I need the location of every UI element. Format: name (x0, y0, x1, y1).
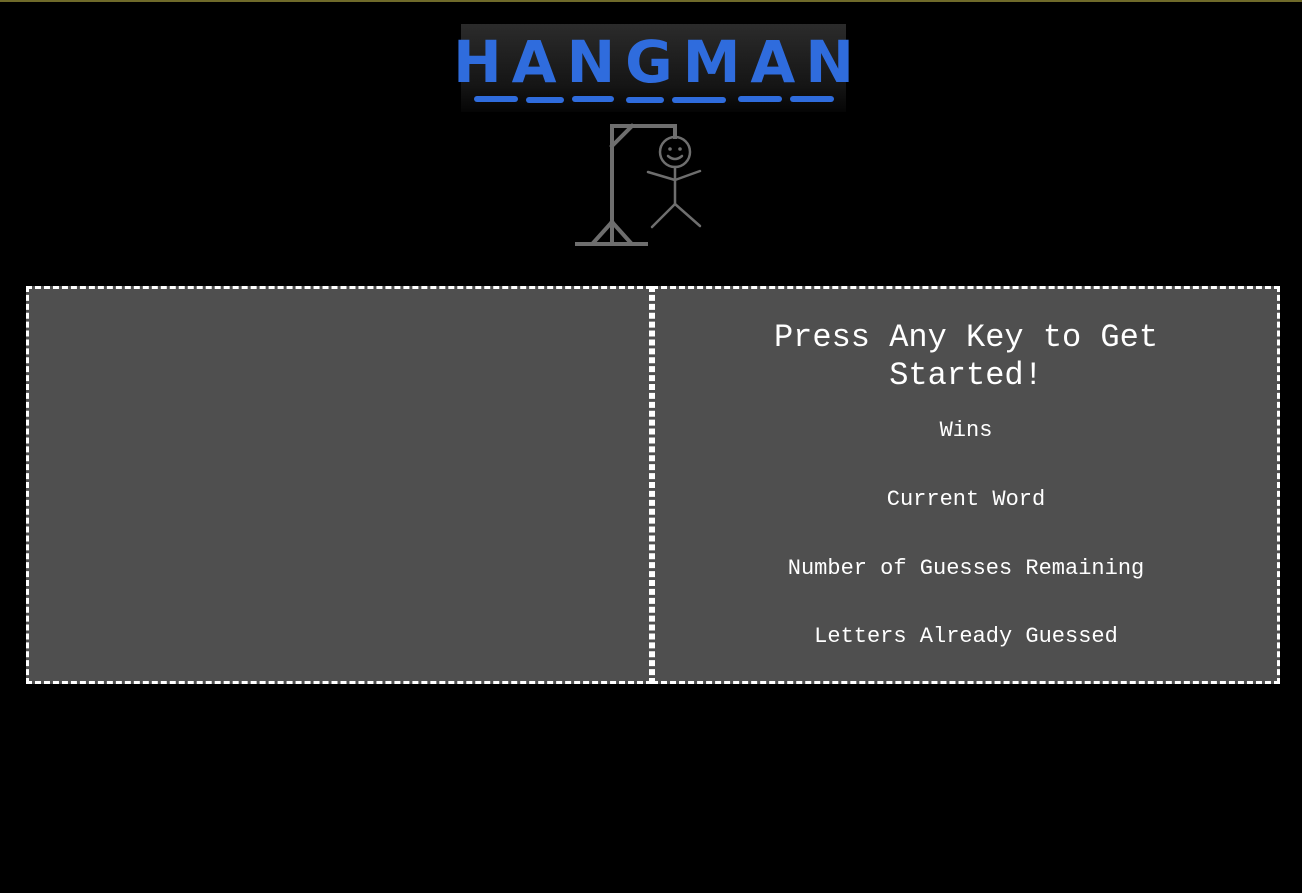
start-prompt: Press Any Key to Get Started! (773, 319, 1159, 394)
logo-underline-decoration (474, 96, 834, 103)
wins-label: Wins (939, 418, 993, 443)
guesses-remaining-label: Number of Guesses Remaining (787, 556, 1145, 581)
game-image-panel (26, 286, 652, 684)
current-word-label: Current Word (886, 487, 1046, 512)
top-border-line (0, 0, 1302, 2)
hangman-logo: HANGMAN (453, 24, 854, 112)
game-status-panel: Press Any Key to Get Started! Wins Curre… (652, 286, 1280, 684)
gallows-stickman-icon (575, 123, 702, 246)
letters-guessed-label: Letters Already Guessed (814, 624, 1118, 649)
